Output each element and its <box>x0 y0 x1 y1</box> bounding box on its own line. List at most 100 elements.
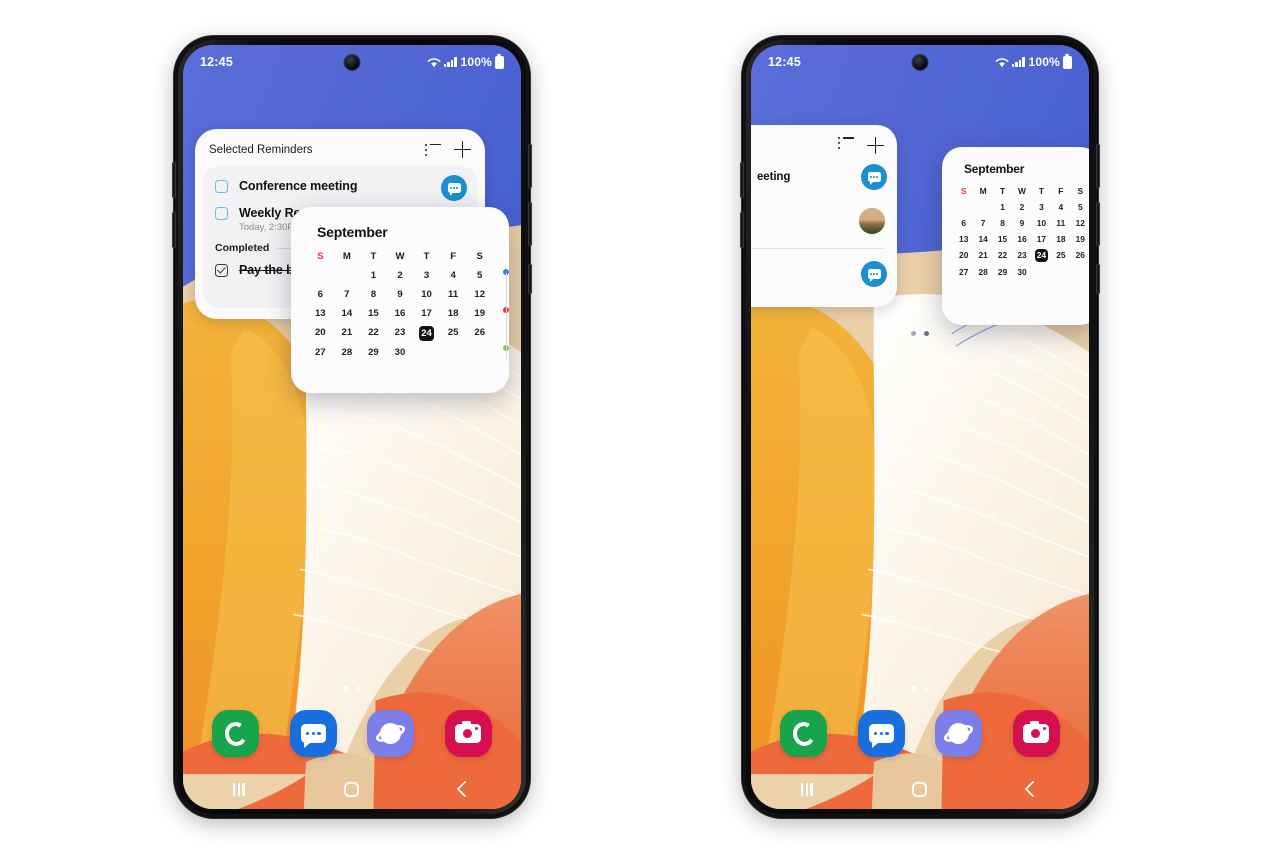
calendar-day-cell[interactable]: 13 <box>954 233 973 245</box>
calendar-day-cell[interactable]: 14 <box>973 233 992 245</box>
calendar-day-cell[interactable]: 10 <box>1032 217 1051 229</box>
calendar-day-cell[interactable]: 22 <box>993 249 1012 262</box>
reminder-checkbox[interactable] <box>215 206 228 220</box>
calendar-day-cell[interactable]: 30 <box>387 346 414 360</box>
calendar-day-cell[interactable]: 1 <box>360 269 387 283</box>
power-button[interactable] <box>528 264 532 294</box>
calendar-day-cell[interactable]: 8 <box>993 217 1012 229</box>
calendar-day-cell[interactable]: 29 <box>360 346 387 360</box>
stack-dot-active[interactable] <box>924 331 929 336</box>
calendar-day-cell[interactable]: 26 <box>1071 249 1089 262</box>
reminder-item[interactable] <box>751 251 897 297</box>
reminder-item[interactable]: Conference meeting <box>203 172 477 201</box>
calendar-day-cell[interactable]: 2 <box>387 269 414 283</box>
reminder-item[interactable]: eeting <box>751 154 897 200</box>
phone-app-icon[interactable] <box>780 710 828 757</box>
widget-stack-indicator[interactable] <box>911 331 929 336</box>
calendar-day-cell[interactable]: 22 <box>360 326 387 341</box>
calendar-day-cell[interactable]: 13 <box>307 307 334 321</box>
calendar-day-cell[interactable]: 16 <box>1012 233 1031 245</box>
calendar-day-cell[interactable]: 5 <box>1071 201 1089 213</box>
calendar-day-cell[interactable]: 21 <box>973 249 992 262</box>
photo-thumbnail[interactable] <box>859 208 885 234</box>
side-button-secondary[interactable] <box>740 212 744 248</box>
side-button-mute[interactable] <box>172 162 176 198</box>
back-button[interactable] <box>1024 780 1042 798</box>
camera-app-icon[interactable] <box>1012 710 1060 757</box>
calendar-day-cell[interactable]: 20 <box>954 249 973 262</box>
add-reminder-icon[interactable] <box>454 141 471 158</box>
calendar-day-cell[interactable]: 18 <box>1051 233 1070 245</box>
page-dot-active[interactable] <box>343 686 348 691</box>
calendar-day-cell[interactable]: 11 <box>1051 217 1070 229</box>
calendar-day-cell[interactable]: 8 <box>360 288 387 302</box>
internet-app-icon[interactable] <box>935 710 983 757</box>
calendar-day-cell[interactable]: 9 <box>1012 217 1031 229</box>
calendar-day-cell[interactable]: 19 <box>466 307 493 321</box>
calendar-day-cell[interactable]: 5 <box>466 269 493 283</box>
power-button[interactable] <box>1096 264 1100 294</box>
volume-down-button[interactable] <box>1096 202 1100 246</box>
message-icon[interactable] <box>861 164 887 190</box>
messages-app-icon[interactable] <box>289 710 337 757</box>
home-page-indicator[interactable] <box>911 686 929 691</box>
calendar-day-cell[interactable]: 29 <box>993 266 1012 278</box>
calendar-day-cell[interactable]: 7 <box>973 217 992 229</box>
calendar-day-cell[interactable]: 3 <box>1032 201 1051 213</box>
calendar-grid[interactable]: SMTWTFS 1 2 3 4 5 6 7 8 9 10 11 12 13 14 15 16 17 18 19 20 2… <box>291 240 509 360</box>
reminders-widget[interactable]: eeting <box>751 125 897 307</box>
page-dot[interactable] <box>924 686 929 691</box>
calendar-day-cell[interactable]: 10 <box>413 288 440 302</box>
camera-app-icon[interactable] <box>444 710 492 757</box>
calendar-day-cell[interactable]: 1 <box>993 201 1012 213</box>
back-button[interactable] <box>456 780 474 798</box>
volume-down-button[interactable] <box>528 202 532 246</box>
recents-button[interactable] <box>232 782 245 796</box>
calendar-day-cell[interactable]: 14 <box>334 307 361 321</box>
calendar-day-cell[interactable]: 25 <box>1051 249 1070 262</box>
calendar-day-cell[interactable]: 23 <box>387 326 414 341</box>
stack-dot[interactable] <box>911 331 916 336</box>
calendar-widget[interactable]: September SMTWTFS 1 2 3 4 5 6 7 8 9 10 11 12 13 14 15 1… <box>291 207 509 393</box>
calendar-day-cell[interactable]: 12 <box>466 288 493 302</box>
calendar-day-cell[interactable]: 28 <box>334 346 361 360</box>
calendar-day-today[interactable]: 24 <box>413 326 440 341</box>
add-reminder-icon[interactable] <box>867 137 884 154</box>
calendar-day-cell[interactable]: 27 <box>954 266 973 278</box>
calendar-widget[interactable]: September SMTWTFS 1 2 3 4 5 6 7 8 9 10 11 12 13 14 15 1… <box>942 147 1089 325</box>
page-dot[interactable] <box>356 686 361 691</box>
calendar-day-cell[interactable]: 30 <box>1012 266 1031 278</box>
reminder-item[interactable] <box>751 200 897 246</box>
calendar-day-cell[interactable]: 11 <box>440 288 467 302</box>
calendar-day-cell[interactable]: 6 <box>307 288 334 302</box>
calendar-day-cell[interactable]: 15 <box>360 307 387 321</box>
home-page-indicator[interactable] <box>343 686 361 691</box>
calendar-day-cell[interactable]: 17 <box>413 307 440 321</box>
side-button-mute[interactable] <box>740 162 744 198</box>
calendar-day-cell[interactable]: 7 <box>334 288 361 302</box>
calendar-day-cell[interactable]: 27 <box>307 346 334 360</box>
calendar-day-cell[interactable]: 16 <box>387 307 414 321</box>
recents-button[interactable] <box>800 782 813 796</box>
messages-app-icon[interactable] <box>857 710 905 757</box>
calendar-day-cell[interactable]: 12 <box>1071 217 1089 229</box>
calendar-grid[interactable]: SMTWTFS 1 2 3 4 5 6 7 8 9 10 11 12 13 14 15 16 17 18 19 20 2… <box>942 176 1089 278</box>
calendar-day-cell[interactable]: 26 <box>466 326 493 341</box>
calendar-day-cell[interactable]: 25 <box>440 326 467 341</box>
phone-app-icon[interactable] <box>212 710 260 757</box>
calendar-day-cell[interactable]: 28 <box>973 266 992 278</box>
internet-app-icon[interactable] <box>367 710 415 757</box>
calendar-day-cell[interactable]: 15 <box>993 233 1012 245</box>
calendar-day-cell[interactable]: 4 <box>1051 201 1070 213</box>
message-icon[interactable] <box>861 261 887 287</box>
volume-up-button[interactable] <box>1096 144 1100 188</box>
home-button[interactable] <box>912 781 928 797</box>
home-button[interactable] <box>344 781 360 797</box>
list-view-icon[interactable] <box>425 143 441 156</box>
reminder-checkbox-checked[interactable] <box>215 263 228 277</box>
calendar-day-cell[interactable]: 21 <box>334 326 361 341</box>
calendar-day-cell[interactable]: 2 <box>1012 201 1031 213</box>
reminder-checkbox[interactable] <box>215 179 228 193</box>
calendar-day-cell[interactable]: 3 <box>413 269 440 283</box>
calendar-day-cell[interactable]: 6 <box>954 217 973 229</box>
